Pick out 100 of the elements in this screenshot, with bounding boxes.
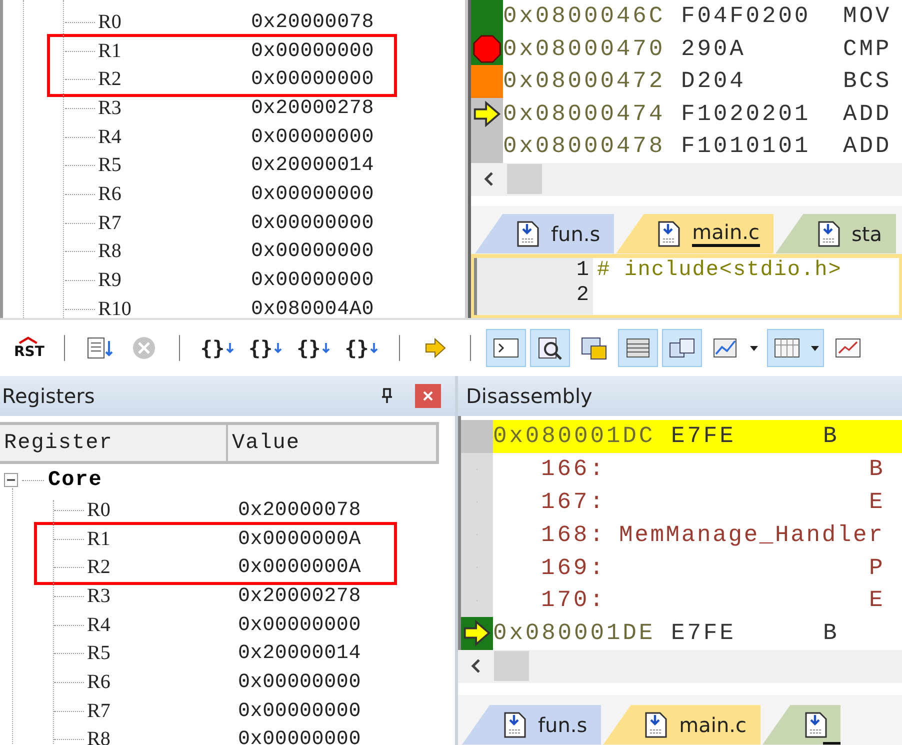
opcode: E7FE [671,423,737,450]
reset-button[interactable]: RST [10,330,48,366]
file-icon [658,220,680,246]
source-code: MemManage_Handler [619,522,884,548]
register-name: R0 [86,498,112,522]
address: 0x08000472 [503,68,666,94]
mnemonic: B [823,620,840,646]
register-value: 0x20000278 [251,96,374,120]
register-name: R9 [97,269,122,292]
file-icon [517,220,539,246]
register-name: R3 [86,584,112,608]
file-tab[interactable]: sta [776,214,896,254]
register-value: 0x0000000A [238,556,362,580]
caret-icon[interactable] [750,346,758,350]
register-value: 0x20000014 [251,154,374,178]
down-arrow-icon [368,342,379,354]
register-name: R7 [86,700,112,723]
file-icon [818,220,840,246]
register-name: R4 [97,126,122,149]
register-name: R10 [97,298,132,321]
panel-title: Registers [1,384,96,408]
file-icon [504,712,526,738]
caret-icon[interactable] [810,346,819,350]
mnemonic: ADD [843,100,892,127]
pin-icon[interactable] [381,388,393,404]
source-code: P [869,554,885,581]
opcode: D204 [681,68,747,94]
mnemonic: MOV [843,3,892,30]
register-value: 0x00000000 [251,68,374,92]
registers-button[interactable] [618,330,657,366]
register-name: R0 [97,10,122,34]
down-arrow-icon [224,342,235,354]
scroll-left-icon[interactable] [470,658,482,674]
source-line-number: 168: [540,522,607,548]
address: 0x08000474 [503,100,666,127]
register-value: 0x20000278 [238,584,362,608]
step-in-button[interactable]: {} [196,330,239,366]
register-value: 0x00000000 [238,670,362,694]
register-name: R4 [86,614,112,637]
address: 0x080001DE [493,620,656,646]
register-value: 0x00000000 [251,269,374,292]
register-value: 0x20000014 [238,642,362,666]
opcode: F1010101 [681,133,812,160]
register-value: 0x00000000 [238,700,362,723]
opcode: 290A [681,36,747,62]
register-value: 0x00000000 [251,182,374,206]
source-line-number: 166: [540,456,607,482]
file-tab[interactable]: main.c [603,704,760,745]
scroll-thumb[interactable] [494,651,529,682]
scroll-left-icon[interactable] [483,171,495,187]
register-value: 0x0000000A [238,528,362,551]
file-tab[interactable]: fun.s [475,214,614,254]
source-line-number: 170: [540,587,607,614]
down-arrow-icon [272,342,283,354]
source-line-number: 167: [540,488,607,515]
address: 0x08000470 [503,36,666,62]
register-value: 0x00000000 [251,40,374,63]
register-name: R5 [86,642,112,666]
opcode: E7FE [671,620,737,646]
address: 0x08000478 [503,133,666,160]
register-name: R2 [97,68,122,92]
mnemonic: B [823,423,840,450]
run-to-button[interactable]: {} [340,330,383,366]
register-name: R1 [86,528,112,551]
register-name: R8 [97,240,122,264]
file-tab[interactable]: fun.s [462,704,602,745]
mnemonic: CMP [843,36,892,62]
step-out-button[interactable]: {} [292,330,335,366]
register-value: 0x080004A0 [251,298,374,321]
register-name: R1 [97,40,122,63]
register-value: 0x20000078 [238,498,362,522]
source-code: B [869,456,885,482]
command-button[interactable] [486,330,525,366]
register-name: R6 [86,670,112,694]
callstack-button[interactable] [662,330,701,366]
close-icon[interactable] [415,384,441,408]
collapse-icon[interactable] [4,473,18,487]
register-name: R2 [86,556,112,580]
scroll-thumb[interactable] [507,164,542,194]
opcode: F04F0200 [681,3,812,30]
line-number: 2 [576,282,589,308]
column-header[interactable]: Register [0,425,228,461]
register-value: 0x20000078 [251,10,374,34]
register-value: 0x00000000 [238,614,362,637]
register-name: R5 [97,154,122,178]
memory-button[interactable] [768,330,823,366]
disasm-button[interactable] [530,330,569,366]
register-value: 0x00000000 [251,212,374,235]
step-over-button[interactable]: {} [244,330,287,366]
code-line: # include<stdio.h> [597,258,842,282]
register-name: R6 [97,182,122,206]
group-label[interactable]: Core [48,468,102,492]
line-number: 1 [576,258,589,282]
file-tab[interactable] [762,704,840,745]
column-header[interactable]: Value [228,425,300,461]
source-code: E [869,488,885,515]
address: 0x0800046C [503,3,666,30]
file-tab[interactable]: main.c [616,214,774,254]
list-icon [85,335,116,361]
down-arrow-icon [320,342,331,354]
